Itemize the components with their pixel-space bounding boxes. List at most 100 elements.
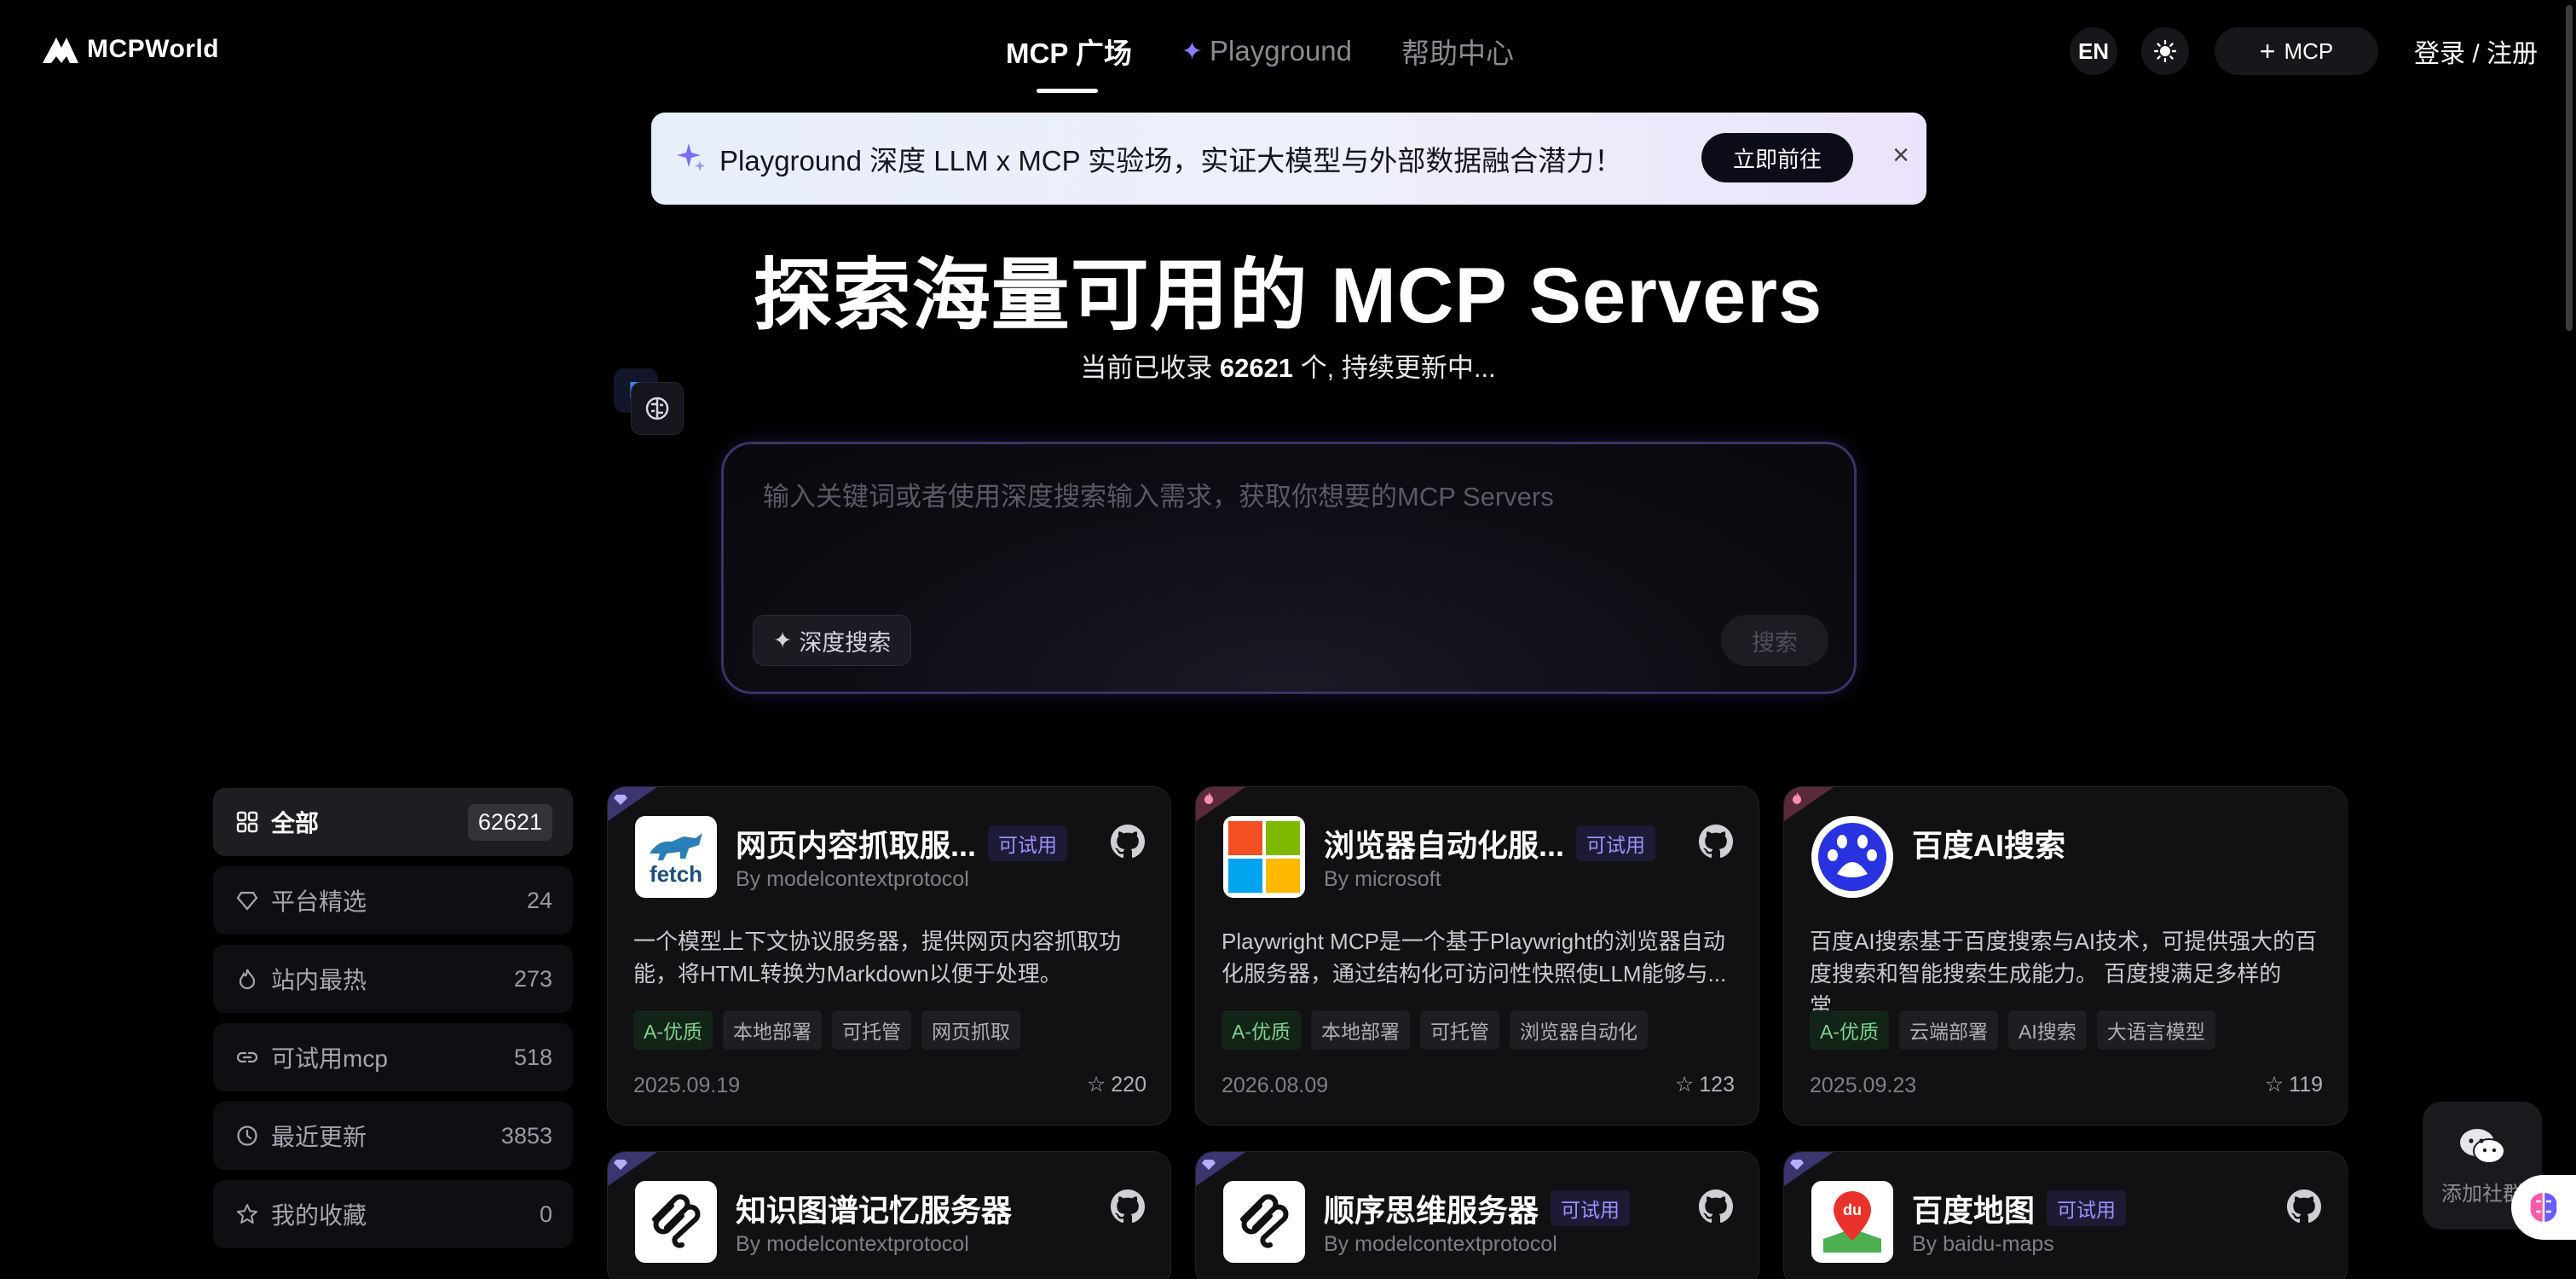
trial-badge[interactable]: 可试用 [2047, 1190, 2127, 1226]
sidebar-item-trial-mcp[interactable]: 可试用mcp 518 [213, 1023, 573, 1091]
sparkle-icon: ✦ [1181, 37, 1204, 66]
quality-tag[interactable]: A-优质 [633, 1010, 713, 1050]
server-card[interactable]: 顺序思维服务器 可试用 By modelcontextprotocol [1195, 1151, 1759, 1279]
logo-text: MCPWorld [87, 35, 220, 63]
quality-tag[interactable]: A-优质 [1222, 1010, 1301, 1050]
go-now-button[interactable]: 立即前往 [1701, 133, 1853, 182]
nav-help-center[interactable]: 帮助中心 [1401, 31, 1514, 72]
star-count: 220 [1111, 1072, 1146, 1097]
grid-icon [235, 810, 259, 834]
tag[interactable]: 本地部署 [723, 1010, 822, 1050]
card-date: 2026.08.09 [1222, 1074, 1329, 1097]
server-card[interactable]: 知识图谱记忆服务器 By modelcontextprotocol [607, 1151, 1171, 1279]
tag[interactable]: 可托管 [832, 1010, 911, 1050]
card-tags: A-优质 本地部署 可托管 网页抓取 [633, 1010, 1020, 1050]
tag[interactable]: 云端部署 [1899, 1010, 1998, 1050]
quality-tag[interactable]: A-优质 [1810, 1010, 1889, 1050]
mcp-logo [635, 1181, 717, 1263]
assistant-brain-icon [2530, 1193, 2557, 1222]
scrollbar-thumb[interactable] [2566, 5, 2573, 331]
sidebar-item-count: 24 [526, 887, 552, 913]
add-mcp-label: MCP [2284, 38, 2334, 64]
search-input[interactable] [763, 482, 1786, 512]
main-nav: MCP 广场 ✦ Playground 帮助中心 [1006, 31, 1514, 93]
add-mcp-button[interactable]: + MCP [2215, 27, 2378, 75]
github-icon[interactable] [1111, 1189, 1145, 1224]
github-icon[interactable] [1699, 1189, 1733, 1224]
github-icon[interactable] [2287, 1189, 2321, 1224]
card-title: 知识图谱记忆服务器 [736, 1186, 1012, 1230]
nav-playground[interactable]: ✦ Playground [1181, 35, 1352, 67]
page-scrollbar[interactable] [2562, 0, 2576, 1279]
github-icon[interactable] [1111, 825, 1145, 859]
card-title-text: 顺序思维服务器 [1324, 1193, 1539, 1228]
server-card[interactable]: fetch 网页内容抓取服... 可试用 By modelcontextprot… [607, 786, 1171, 1126]
card-description: 百度AI搜索基于百度搜索与AI技术，可提供强大的百度搜索和智能搜索生成能力。 百… [1810, 929, 2318, 1019]
card-title: 百度AI搜索 [1912, 821, 2065, 865]
sidebar-item-all[interactable]: 全部 62621 [213, 788, 573, 856]
mcpworld-logo-icon [43, 38, 78, 63]
fetch-logo: fetch [635, 816, 717, 898]
brain-glyph [645, 396, 669, 420]
close-icon[interactable]: × [1884, 138, 1918, 172]
card-stars[interactable]: ☆ 220 [1087, 1072, 1146, 1097]
deep-search-label: 深度搜索 [799, 629, 892, 656]
language-button[interactable]: EN [2070, 27, 2117, 75]
theme-toggle-button[interactable] [2141, 27, 2189, 75]
card-author: By baidu-maps [1912, 1232, 2054, 1256]
logo[interactable]: MCPWorld [41, 34, 219, 65]
tag[interactable]: 大语言模型 [2096, 1010, 2215, 1050]
card-description: 一个模型上下文协议服务器，提供网页内容抓取功能，将HTML转换为Markdown… [633, 929, 1122, 987]
fetch-logo-text: fetch [649, 861, 703, 887]
tag[interactable]: AI搜索 [2008, 1010, 2087, 1050]
sidebar-item-label: 站内最热 [271, 967, 367, 993]
star-icon: ☆ [1086, 1073, 1106, 1097]
tag[interactable]: 本地部署 [1311, 1010, 1410, 1050]
star-count: 123 [1699, 1072, 1735, 1097]
dog-icon [650, 833, 702, 860]
mcp-logo [1223, 1181, 1305, 1263]
page-title: 探索海量可用的 MCP Servers [753, 252, 1823, 339]
github-icon[interactable] [1699, 825, 1733, 859]
trial-badge[interactable]: 可试用 [988, 825, 1068, 861]
card-stars[interactable]: ☆ 123 [1675, 1072, 1735, 1097]
card-title: 浏览器自动化服... 可试用 [1324, 821, 1656, 865]
sidebar-item-featured[interactable]: 平台精选 24 [213, 866, 573, 935]
top-header: MCPWorld MCP 广场 ✦ Playground 帮助中心 EN + M… [0, 0, 2576, 102]
nav-mcp-square[interactable]: MCP 广场 [1006, 31, 1132, 93]
card-tags: A-优质 本地部署 可托管 浏览器自动化 [1222, 1010, 1648, 1050]
trial-badge[interactable]: 可试用 [1576, 825, 1656, 861]
microsoft-logo [1223, 816, 1305, 898]
login-register-link[interactable]: 登录 / 注册 [2414, 32, 2538, 70]
microsoft-squares-icon [1228, 821, 1300, 893]
sparkle-icon: ✦ [772, 627, 793, 653]
card-author: By modelcontextprotocol [736, 867, 969, 891]
card-stars[interactable]: ☆ 119 [2265, 1072, 2323, 1097]
server-card[interactable]: du 百度地图 可试用 By baidu-maps [1783, 1151, 2348, 1279]
server-card[interactable]: 浏览器自动化服... 可试用 By microsoft Playwright M… [1195, 786, 1759, 1126]
tag[interactable]: 可托管 [1420, 1010, 1499, 1050]
sidebar-item-favorites[interactable]: 我的收藏 0 [213, 1180, 573, 1248]
sidebar-item-count: 3853 [500, 1122, 552, 1149]
server-card[interactable]: 百度AI搜索 百度AI搜索基于百度搜索与AI技术，可提供强大的百度搜索和智能搜索… [1783, 786, 2348, 1126]
card-date: 2025.09.23 [1810, 1074, 1917, 1097]
tag[interactable]: 网页抓取 [921, 1010, 1020, 1050]
sidebar-item-label: 最近更新 [271, 1124, 367, 1150]
sidebar-item-recent[interactable]: 最近更新 3853 [213, 1102, 573, 1170]
card-author: By modelcontextprotocol [736, 1232, 969, 1256]
baidu-maps-logo: du [1811, 1181, 1893, 1263]
sidebar-item-hottest[interactable]: 站内最热 273 [213, 945, 573, 1013]
wechat-icon [2460, 1129, 2505, 1164]
card-title-text: 知识图谱记忆服务器 [736, 1193, 1013, 1228]
tag[interactable]: 浏览器自动化 [1510, 1010, 1648, 1050]
deep-search-button[interactable]: ✦ 深度搜索 [753, 615, 911, 666]
diamond-icon [235, 888, 259, 912]
sidebar-item-count: 0 [539, 1201, 552, 1227]
trial-badge[interactable]: 可试用 [1551, 1190, 1631, 1226]
sparkle-icon [677, 143, 705, 171]
plus-icon: + [2259, 35, 2276, 67]
mcp-chain-icon [1240, 1194, 1289, 1248]
server-count: 62621 [1219, 353, 1294, 383]
search-button[interactable]: 搜索 [1721, 615, 1828, 666]
banner-text: Playground 深度 LLM x MCP 实验场，实证大模型与外部数据融合… [719, 145, 1623, 177]
